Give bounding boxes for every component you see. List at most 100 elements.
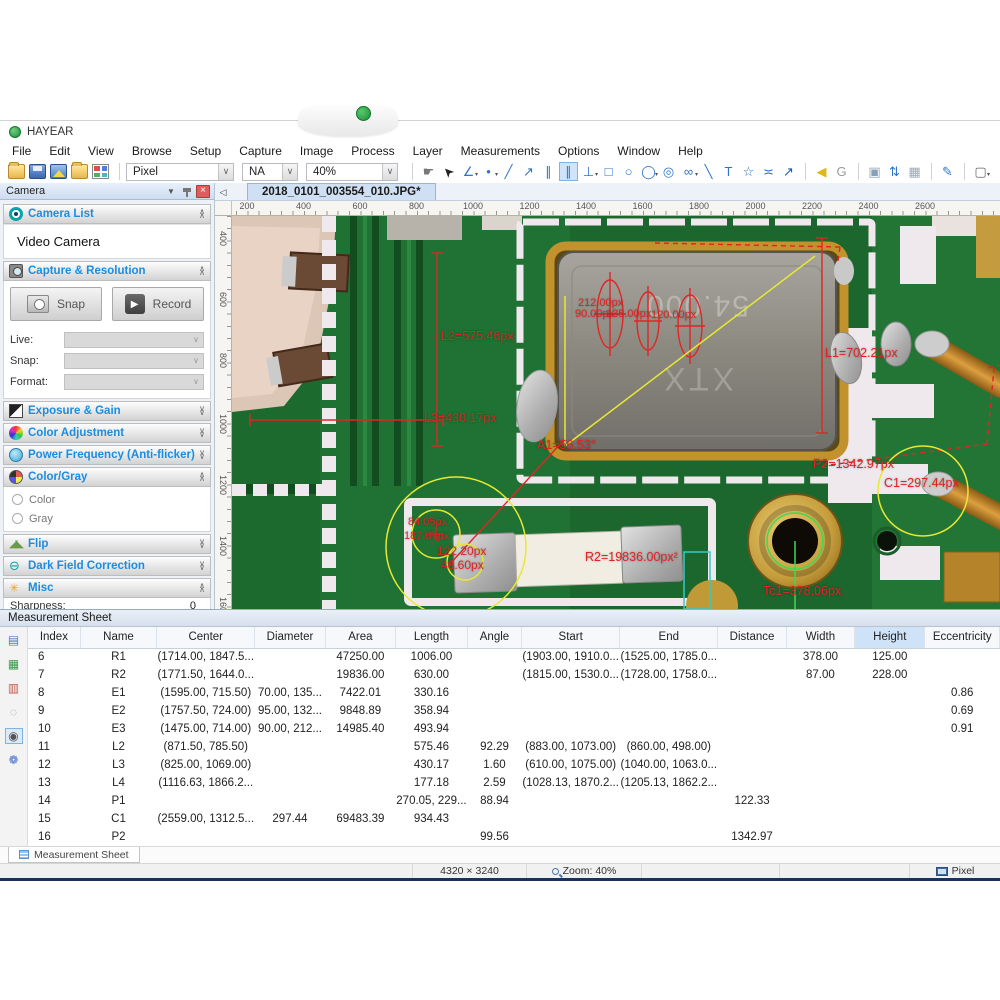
menu-item-edit[interactable]: Edit <box>49 144 70 158</box>
menu-item-help[interactable]: Help <box>678 144 703 158</box>
table-cell[interactable]: 14 <box>28 792 80 810</box>
table-cell[interactable]: (1205.13, 1862.2... <box>620 774 718 792</box>
table-cell[interactable] <box>467 810 521 828</box>
grayscale-tool-icon[interactable]: G <box>832 162 851 181</box>
table-cell[interactable] <box>467 720 521 738</box>
table-row[interactable]: 13L4(1116.63, 1866.2...177.182.59(1028.1… <box>28 774 1000 792</box>
table-cell[interactable] <box>855 810 925 828</box>
table-cell[interactable] <box>786 702 854 720</box>
parallel-lines-tool-icon[interactable]: ∥ <box>539 162 558 181</box>
column-header-name[interactable]: Name <box>80 627 156 648</box>
table-cell[interactable]: 88.94 <box>467 792 521 810</box>
table-cell[interactable]: (610.00, 1075.00) <box>522 756 620 774</box>
table-cell[interactable]: E1 <box>80 684 156 702</box>
batch-capture-icon[interactable] <box>92 164 109 179</box>
table-cell[interactable]: 430.17 <box>396 756 468 774</box>
color-radio[interactable] <box>12 494 23 505</box>
table-cell[interactable]: P1 <box>80 792 156 810</box>
sound-annotation-tool-icon[interactable]: ◀ <box>812 162 831 181</box>
line-measure-tool-icon[interactable]: ╱ <box>499 162 518 181</box>
table-cell[interactable]: 15 <box>28 810 80 828</box>
export-csv-icon[interactable]: ▥ <box>5 680 23 696</box>
table-cell[interactable] <box>255 738 325 756</box>
table-row[interactable]: 10E3(1475.00, 714.00)90.00, 212...14985.… <box>28 720 1000 738</box>
table-cell[interactable] <box>786 684 854 702</box>
table-cell[interactable] <box>718 666 786 684</box>
menu-item-setup[interactable]: Setup <box>190 144 221 158</box>
table-cell[interactable] <box>718 738 786 756</box>
table-cell[interactable]: (860.00, 498.00) <box>620 738 718 756</box>
table-cell[interactable] <box>925 774 1000 792</box>
table-cell[interactable] <box>786 774 854 792</box>
table-cell[interactable]: (1040.00, 1063.0... <box>620 756 718 774</box>
table-cell[interactable]: 630.00 <box>396 666 468 684</box>
column-header-diameter[interactable]: Diameter <box>255 627 325 648</box>
table-cell[interactable] <box>925 666 1000 684</box>
table-row[interactable]: 16P299.561342.97 <box>28 828 1000 846</box>
table-cell[interactable]: (1525.00, 1785.0... <box>620 648 718 666</box>
curve-measure-tool-icon[interactable]: ╲ <box>699 162 718 181</box>
table-cell[interactable]: 122.33 <box>718 792 786 810</box>
table-cell[interactable]: 47250.00 <box>325 648 395 666</box>
section-capture-resolution[interactable]: Capture & Resolution ∧ ∧ <box>3 261 211 281</box>
circle-measure-tool-icon[interactable]: ◯▾ <box>639 162 658 181</box>
perpendicular-tool-icon[interactable]: ⊥▾ <box>579 162 598 181</box>
ellipse-measure-tool-icon[interactable]: ○ <box>619 162 638 181</box>
edit-image-icon[interactable] <box>50 164 67 179</box>
chevron-down-icon[interactable]: ∨ ∨ <box>199 407 205 416</box>
section-camera-list[interactable]: Camera List ∧ ∧ <box>3 204 211 224</box>
open-file-icon[interactable] <box>8 164 25 179</box>
table-cell[interactable]: 7422.01 <box>325 684 395 702</box>
table-cell[interactable] <box>925 828 1000 846</box>
table-row[interactable]: 14P1 270.05, 229...88.94 122.33 <box>28 792 1000 810</box>
concentric-circles-tool-icon[interactable]: ◎ <box>659 162 678 181</box>
table-cell[interactable] <box>157 828 255 846</box>
table-cell[interactable] <box>855 684 925 702</box>
table-cell[interactable] <box>718 684 786 702</box>
table-cell[interactable]: 16 <box>28 828 80 846</box>
settings-flower-icon[interactable]: ❁ <box>5 752 23 768</box>
table-cell[interactable] <box>786 738 854 756</box>
text-annotation-tool-icon[interactable]: T <box>719 162 738 181</box>
table-cell[interactable]: (1028.13, 1870.2... <box>522 774 620 792</box>
table-cell[interactable] <box>855 702 925 720</box>
table-cell[interactable] <box>255 774 325 792</box>
table-cell[interactable] <box>396 828 468 846</box>
measurement-sheet-tab[interactable]: Measurement Sheet <box>8 847 140 863</box>
table-cell[interactable]: (1903.00, 1910.0... <box>522 648 620 666</box>
snap-resolution-select[interactable]: ∨ <box>64 353 204 369</box>
table-cell[interactable] <box>620 702 718 720</box>
section-dark-field[interactable]: ⊖ Dark Field Correction ∨ ∨ <box>3 556 211 576</box>
polygon-measure-tool-icon[interactable]: ☆ <box>739 162 758 181</box>
table-cell[interactable]: 95.00, 132... <box>255 702 325 720</box>
target-overlay-icon[interactable]: ◉ <box>5 728 23 744</box>
table-cell[interactable] <box>925 792 1000 810</box>
table-cell[interactable] <box>925 810 1000 828</box>
browse-folder-icon[interactable] <box>71 164 88 179</box>
chevron-down-icon[interactable]: ∨ <box>282 164 297 180</box>
chevron-down-icon[interactable]: ∨ ∨ <box>199 540 205 549</box>
chevron-up-icon[interactable]: ∧ ∧ <box>199 267 205 276</box>
table-cell[interactable]: R2 <box>80 666 156 684</box>
edit-note-tool-icon[interactable]: ✎ <box>938 162 957 181</box>
table-cell[interactable] <box>925 738 1000 756</box>
unit-select[interactable]: Pixel ∨ <box>126 163 234 181</box>
column-header-distance[interactable]: Distance <box>718 627 786 648</box>
table-cell[interactable]: 19836.00 <box>325 666 395 684</box>
panel-close-icon[interactable]: × <box>196 185 210 198</box>
column-header-index[interactable]: Index <box>28 627 80 648</box>
table-cell[interactable]: 9848.89 <box>325 702 395 720</box>
save-file-icon[interactable] <box>29 164 46 179</box>
table-cell[interactable] <box>855 720 925 738</box>
section-exposure-gain[interactable]: Exposure & Gain ∨ ∨ <box>3 401 211 421</box>
table-cell[interactable]: 358.94 <box>396 702 468 720</box>
table-cell[interactable]: 270.05, 229... <box>396 792 468 810</box>
column-header-end[interactable]: End <box>620 627 718 648</box>
menu-item-browse[interactable]: Browse <box>132 144 172 158</box>
table-cell[interactable]: 297.44 <box>255 810 325 828</box>
table-cell[interactable] <box>718 648 786 666</box>
table-cell[interactable] <box>786 756 854 774</box>
table-cell[interactable]: 70.00, 135... <box>255 684 325 702</box>
table-cell[interactable] <box>522 792 620 810</box>
table-cell[interactable] <box>325 774 395 792</box>
